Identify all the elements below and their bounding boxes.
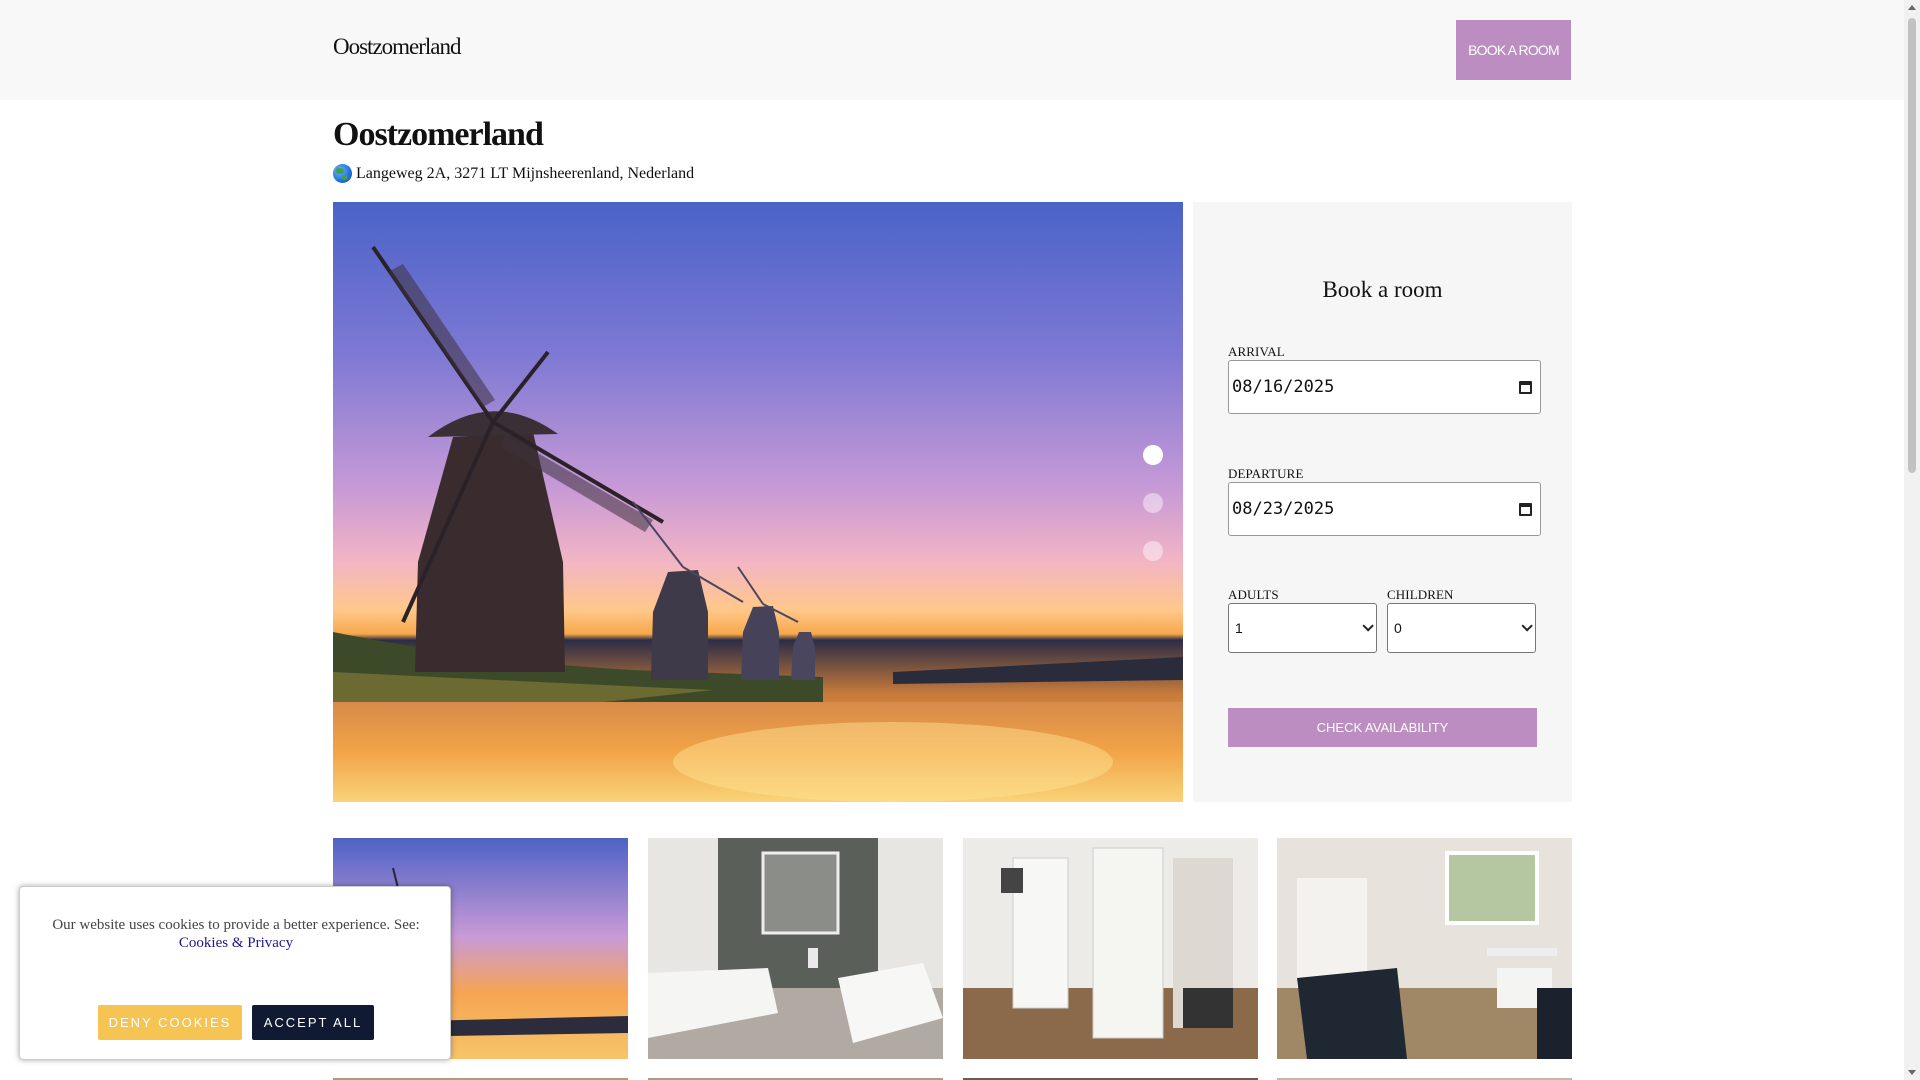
check-availability-button[interactable]: CHECK AVAILABILITY <box>1228 708 1537 747</box>
cookie-banner: Our website uses cookies to provide a be… <box>19 886 451 1060</box>
cookies-privacy-link[interactable]: Cookies & Privacy <box>179 935 293 951</box>
property-address: Langeweg 2A, 3271 LT Mijnsheerenland, Ne… <box>333 164 694 183</box>
arrival-date-input[interactable]: 08/16/2025 <box>1228 360 1541 414</box>
carousel-dot-1[interactable] <box>1143 445 1163 465</box>
departure-label: DEPARTURE <box>1228 466 1304 481</box>
scroll-down-arrow-icon[interactable] <box>1908 1070 1916 1075</box>
address-text: Langeweg 2A, 3271 LT Mijnsheerenland, Ne… <box>356 164 695 182</box>
departure-date-value: 08/23/2025 <box>1232 499 1335 519</box>
gallery-thumb-living-room[interactable] <box>1277 838 1572 1059</box>
page-scrollbar[interactable] <box>1904 0 1920 1080</box>
thumb-image <box>1277 838 1572 1059</box>
arrival-label: ARRIVAL <box>1228 344 1285 359</box>
arrival-date-value: 08/16/2025 <box>1232 377 1335 397</box>
thumb-image <box>963 838 1258 1059</box>
booking-panel: Book a room ARRIVAL 08/16/2025 DEPARTURE… <box>1193 202 1572 802</box>
calendar-icon[interactable] <box>1519 380 1532 394</box>
book-a-room-button[interactable]: BOOK A ROOM <box>1456 20 1571 80</box>
cookie-message: Our website uses cookies to provide a be… <box>40 916 432 952</box>
calendar-icon[interactable] <box>1519 502 1532 516</box>
accept-all-button[interactable]: ACCEPT ALL <box>252 1005 374 1040</box>
scroll-up-arrow-icon[interactable] <box>1908 5 1916 10</box>
brand-logo-text[interactable]: Oostzomerland <box>333 34 462 60</box>
children-label: CHILDREN <box>1387 587 1454 602</box>
adults-select[interactable]: 1 <box>1228 603 1377 653</box>
deny-cookies-button[interactable]: DENY COOKIES <box>98 1005 242 1040</box>
children-select[interactable]: 0 <box>1387 603 1536 653</box>
site-header: Oostzomerland BOOK A ROOM <box>0 0 1904 100</box>
scrollbar-thumb[interactable] <box>1908 18 1916 473</box>
gallery-thumb-hallway[interactable] <box>963 838 1258 1059</box>
booking-title: Book a room <box>1322 277 1443 302</box>
hero-carousel[interactable] <box>333 202 1183 802</box>
hero-windmill-image <box>333 245 1183 802</box>
departure-date-input[interactable]: 08/23/2025 <box>1228 482 1541 536</box>
children-value: 0 <box>1394 620 1402 636</box>
gallery-thumb-bedroom[interactable] <box>648 838 943 1059</box>
chevron-down-icon <box>1362 620 1374 632</box>
carousel-dot-3[interactable] <box>1143 541 1163 561</box>
adults-value: 1 <box>1235 620 1243 636</box>
thumb-image <box>648 838 943 1059</box>
globe-icon <box>333 164 352 183</box>
carousel-dot-2[interactable] <box>1143 493 1163 513</box>
adults-label: ADULTS <box>1228 587 1279 602</box>
page-title: Oostzomerland <box>333 116 544 153</box>
chevron-down-icon <box>1521 620 1533 632</box>
cookie-message-text: Our website uses cookies to provide a be… <box>52 917 420 933</box>
